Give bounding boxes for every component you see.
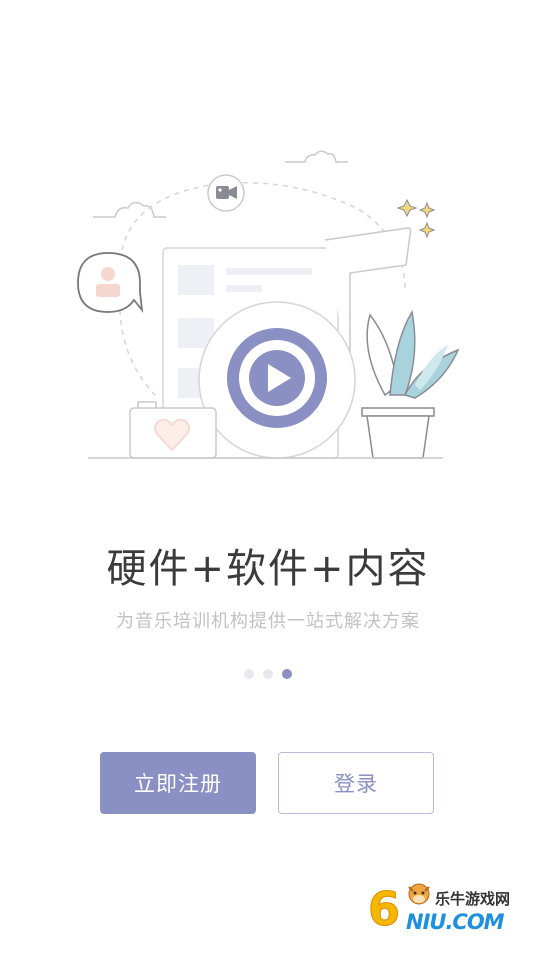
watermark-digit: 6 — [367, 882, 401, 937]
video-camera-icon — [207, 174, 245, 212]
heart-box — [129, 401, 217, 459]
play-icon — [249, 350, 305, 406]
watermark-brand-cn: 乐牛游戏网 — [435, 890, 511, 908]
onboarding-screen: 硬件+软件+内容 为音乐培训机构提供一站式解决方案 立即注册 登录 6 乐牛游戏… — [0, 0, 536, 954]
cow-mascot-icon — [408, 883, 430, 905]
slide-title: 硬件+软件+内容 — [106, 546, 430, 592]
slide-subtitle: 为音乐培训机构提供一站式解决方案 — [116, 611, 420, 632]
page-dot-1[interactable] — [244, 669, 254, 679]
login-button-label: 登录 — [334, 772, 378, 796]
login-button[interactable]: 登录 — [278, 752, 434, 814]
user-avatar-icon — [77, 252, 144, 313]
potted-plant — [361, 309, 460, 459]
watermark-logo: 6 乐牛游戏网 NIU.COM — [367, 876, 518, 938]
onboarding-illustration — [77, 150, 460, 459]
page-dot-3-active[interactable] — [282, 669, 292, 679]
page-indicator — [0, 669, 536, 679]
watermark-brand-en: NIU.COM — [406, 910, 505, 934]
register-button-label: 立即注册 — [134, 772, 222, 796]
register-button[interactable]: 立即注册 — [100, 752, 256, 814]
page-dot-2[interactable] — [263, 669, 273, 679]
